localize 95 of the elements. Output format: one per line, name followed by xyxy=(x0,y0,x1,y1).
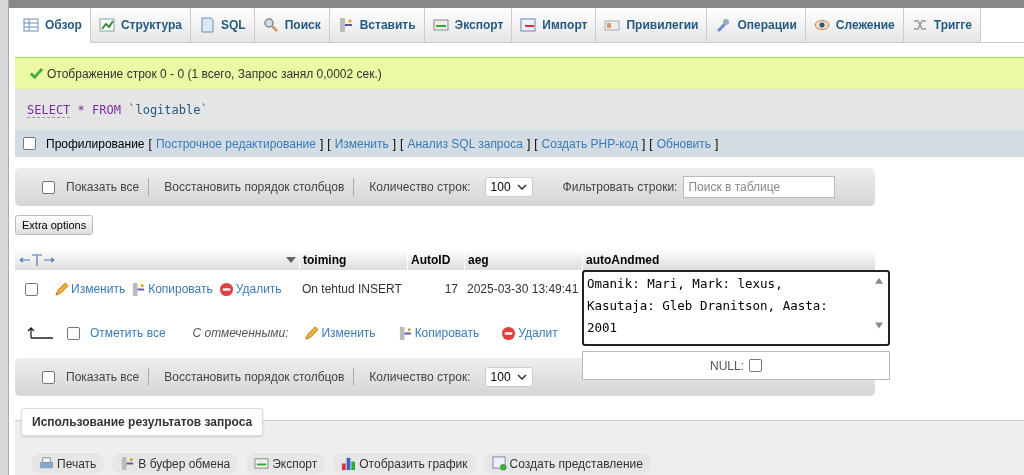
tab[interactable]: Тригге xyxy=(903,8,982,42)
filter-rows-label: Фильтровать строки: xyxy=(562,180,678,194)
result-action-button[interactable]: Экспорт xyxy=(246,453,326,474)
row-action-link[interactable]: Удалить xyxy=(218,281,282,297)
link[interactable]: Обновить xyxy=(656,136,712,151)
bracket: [ xyxy=(649,136,653,151)
pencil-icon xyxy=(54,281,69,297)
bracket: ] xyxy=(392,136,397,151)
value-textarea[interactable]: Omanik: Mari, Mark: lexus, Kasutaja: Gleb Dranitson, Aasta: 2001 xyxy=(582,270,890,346)
tab[interactable]: Экспорт xyxy=(424,8,513,42)
rows-count-select[interactable]: 100 xyxy=(484,177,533,197)
tab[interactable]: Привилегии xyxy=(596,8,708,42)
bracket: [ xyxy=(148,136,152,151)
result-action-button[interactable]: В буфер обмена xyxy=(112,453,239,474)
pencil-icon xyxy=(304,325,320,341)
table-cell-text: 2025-03-30 13:49:41 xyxy=(466,282,580,296)
null-label: NULL: xyxy=(710,358,744,373)
rows-count-label: Количество строк: xyxy=(369,180,471,194)
profiling-label: Профилирование xyxy=(46,136,145,151)
bulk-action-link[interactable]: Копировать xyxy=(397,325,480,341)
shuffle-icon xyxy=(911,17,928,33)
result-action-button[interactable]: Создать представление xyxy=(483,453,651,474)
checkmark-icon xyxy=(29,66,44,81)
search-icon xyxy=(262,17,279,33)
view-icon xyxy=(491,456,507,471)
column-header[interactable]: AutoID xyxy=(407,249,464,270)
bracket: ] xyxy=(526,136,531,151)
column-header[interactable]: toiming xyxy=(299,249,407,270)
table-icon xyxy=(23,17,39,33)
bracket: [ xyxy=(327,136,331,151)
search-field[interactable]: Поиск в таблице xyxy=(683,176,836,198)
result-action-button[interactable]: Печать xyxy=(31,453,105,474)
message-text: Отображение строк 0 - 0 (1 всего, Запрос занял 0,0002 сек.) xyxy=(47,66,382,81)
chart-icon xyxy=(98,17,115,33)
bracket: ] xyxy=(642,136,646,151)
bracket: [ xyxy=(534,136,538,151)
arrow-up-icon xyxy=(27,327,53,339)
export-icon xyxy=(254,456,270,471)
wrench-icon xyxy=(715,17,732,33)
insert-icon xyxy=(131,281,147,297)
tab[interactable]: Слежение xyxy=(805,8,904,42)
bracket: [ xyxy=(400,136,404,151)
column-header[interactable]: aeg xyxy=(464,249,582,270)
checkbox[interactable] xyxy=(67,326,80,340)
insert-icon xyxy=(397,325,413,341)
table-cell-text: On tehtud INSERT xyxy=(301,282,403,296)
checkbox[interactable] xyxy=(23,137,36,150)
tab[interactable]: Поиск xyxy=(254,8,330,42)
show-all-label: Показать все xyxy=(66,180,140,194)
sql-query: SELECT * FROM `logitable` xyxy=(27,102,208,117)
null-checkbox[interactable] xyxy=(749,359,762,372)
bulk-action-link[interactable]: Изменить xyxy=(304,325,376,341)
bracket: ] xyxy=(319,136,324,151)
insert-icon xyxy=(120,456,136,471)
row-action-link[interactable]: Изменить xyxy=(54,281,126,297)
export-icon xyxy=(432,17,449,33)
link[interactable]: Анализ SQL запроса xyxy=(407,136,523,151)
result-action-button[interactable]: Отобразить график xyxy=(333,453,476,474)
link[interactable]: Изменить xyxy=(334,136,389,151)
link[interactable]: Построчное редактирование xyxy=(155,136,316,151)
tab[interactable]: Структура xyxy=(90,8,191,42)
bracket: ] xyxy=(715,136,719,151)
dropdown-triangle-icon[interactable] xyxy=(286,256,296,263)
delete-icon xyxy=(218,281,234,297)
rows-count-label: Количество строк: xyxy=(369,370,471,384)
document-icon xyxy=(199,17,215,33)
card-icon xyxy=(604,17,621,33)
rows-count-select[interactable]: 100 xyxy=(484,367,533,387)
chevron-icon xyxy=(516,184,527,190)
tab[interactable]: SQL xyxy=(191,8,255,42)
tab[interactable]: Импорт xyxy=(512,8,597,42)
chevron-icon xyxy=(516,374,527,380)
tab[interactable]: Вставить xyxy=(329,8,425,42)
link[interactable]: Создать PHP-код xyxy=(541,136,638,151)
eye-icon xyxy=(813,17,830,33)
bulk-action-link[interactable]: Удалит xyxy=(501,325,558,341)
row-action-link[interactable]: Копировать xyxy=(131,281,213,297)
import-icon xyxy=(520,17,537,33)
restore-column-order-link[interactable]: Восстановить порядок столбцов xyxy=(164,370,345,384)
show-all-label: Показать все xyxy=(66,370,140,384)
checkbox[interactable] xyxy=(42,370,55,384)
delete-icon xyxy=(501,325,517,341)
extra-options-button[interactable]: Extra options xyxy=(15,215,94,235)
insert-icon xyxy=(337,17,354,33)
printer-icon xyxy=(39,456,54,471)
with-selected-label: С отмеченными: xyxy=(192,326,289,340)
tab[interactable]: Операции xyxy=(707,8,806,42)
panel-title: Использование результатов запроса xyxy=(21,408,264,436)
tab[interactable]: Обзор xyxy=(15,8,91,43)
checkbox[interactable] xyxy=(42,180,55,194)
restore-column-order-link[interactable]: Восстановить порядок столбцов xyxy=(164,180,345,194)
check-all-link[interactable]: Отметить все xyxy=(90,326,166,340)
table-cell-text: 17 xyxy=(443,282,459,296)
bar-chart-icon xyxy=(341,456,357,471)
row-checkbox[interactable] xyxy=(25,282,38,296)
